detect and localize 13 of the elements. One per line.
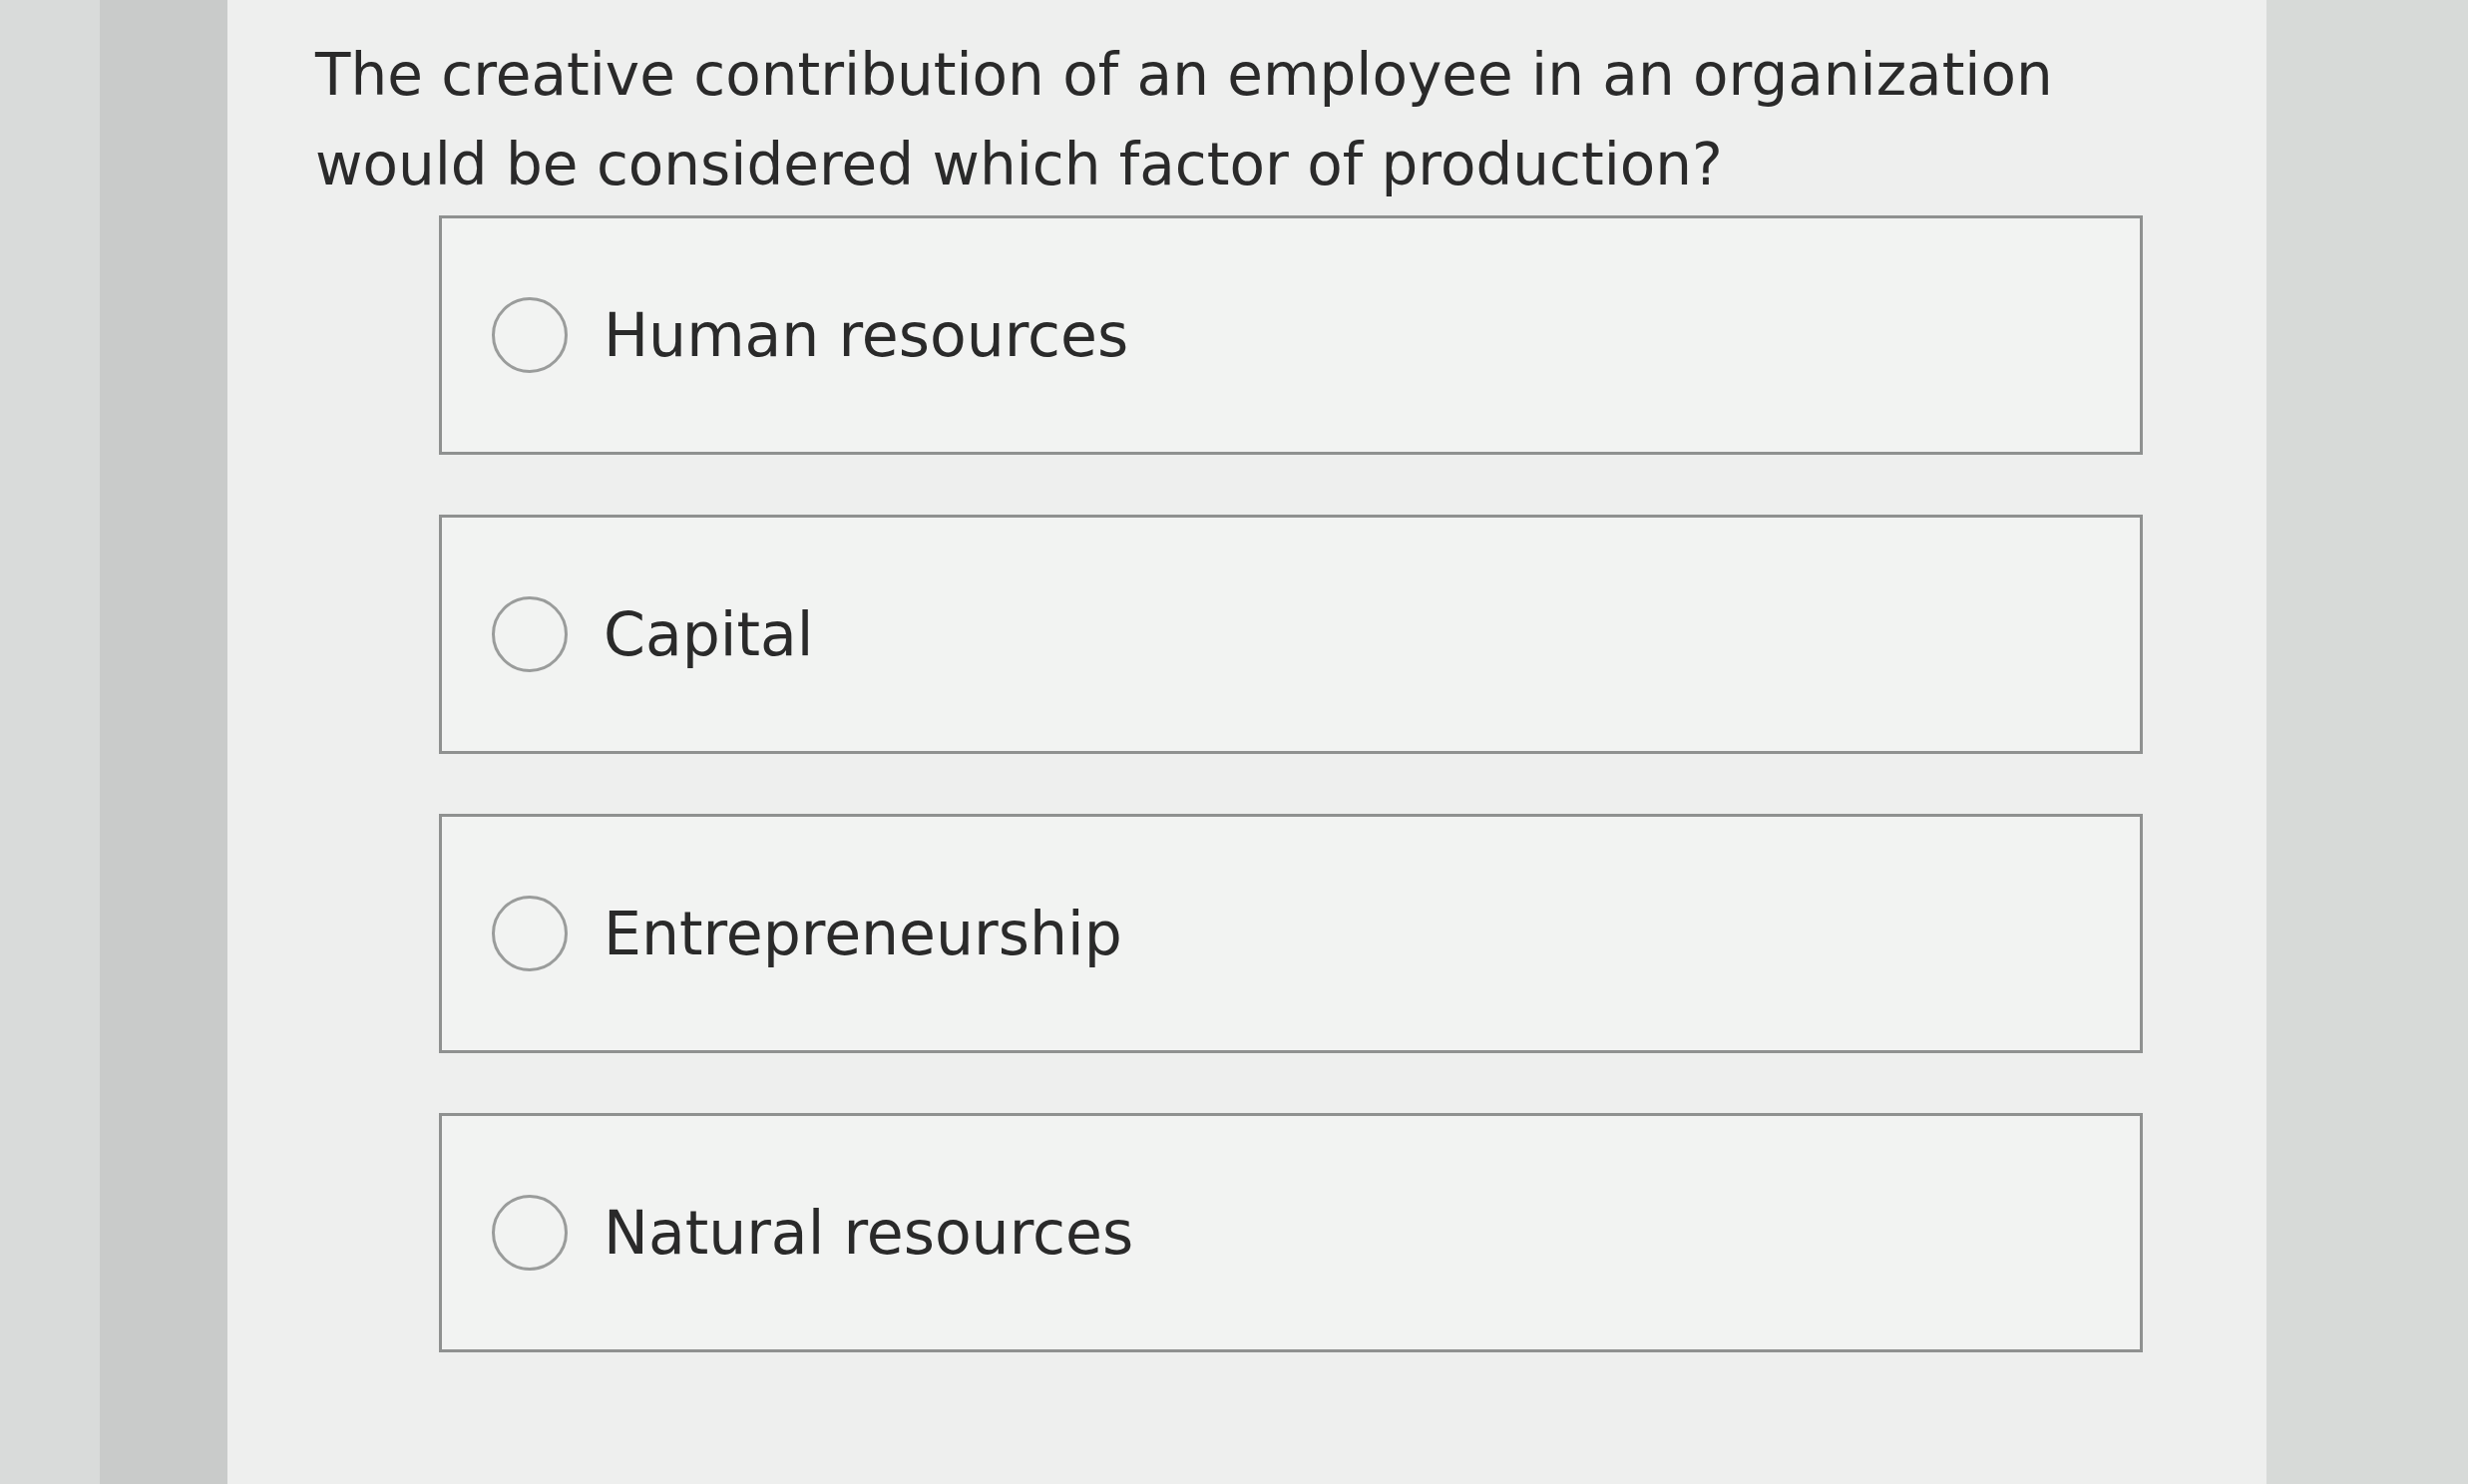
option-label: Capital: [604, 598, 814, 671]
answer-option[interactable]: Entrepreneurship: [439, 814, 2143, 1053]
option-label: Natural resources: [604, 1197, 1134, 1270]
answer-option[interactable]: Human resources: [439, 215, 2143, 455]
radio-button[interactable]: [492, 896, 568, 971]
option-label: Entrepreneurship: [604, 898, 1122, 970]
answer-option[interactable]: Capital: [439, 515, 2143, 754]
option-label: Human resources: [604, 299, 1129, 372]
answer-option[interactable]: Natural resources: [439, 1113, 2143, 1352]
radio-button[interactable]: [492, 1195, 568, 1271]
radio-button[interactable]: [492, 596, 568, 672]
question-text: The creative contribution of an employee in an organization would be considered which factor of production?: [315, 40, 2054, 200]
radio-button[interactable]: [492, 297, 568, 373]
